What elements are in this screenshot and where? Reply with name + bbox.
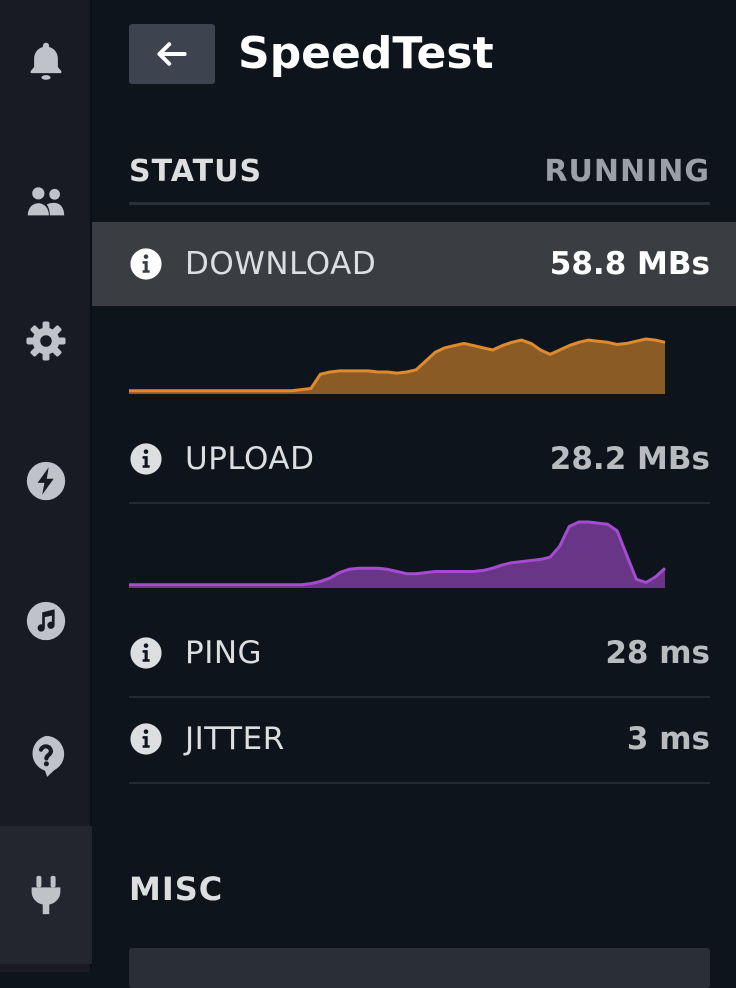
gear-icon bbox=[26, 321, 66, 361]
jitter-row[interactable]: JITTER 3 ms bbox=[129, 696, 710, 784]
music-note-icon bbox=[26, 601, 66, 641]
info-icon[interactable] bbox=[129, 636, 163, 670]
download-row[interactable]: DOWNLOAD 58.8 MBs bbox=[92, 222, 736, 306]
status-value: RUNNING bbox=[544, 153, 710, 189]
upload-graph-area bbox=[129, 522, 665, 588]
sidebar-item-music[interactable] bbox=[0, 566, 92, 676]
ping-label: PING bbox=[185, 635, 263, 671]
download-graph bbox=[129, 337, 666, 394]
sidebar-item-settings[interactable] bbox=[0, 286, 92, 396]
upload-label: UPLOAD bbox=[185, 441, 315, 477]
download-graph-area bbox=[129, 339, 665, 394]
download-label: DOWNLOAD bbox=[185, 246, 377, 282]
back-button[interactable] bbox=[129, 24, 215, 84]
upload-value: 28.2 MBs bbox=[549, 441, 710, 477]
status-label: STATUS bbox=[129, 153, 263, 189]
info-icon[interactable] bbox=[129, 442, 163, 476]
sidebar-item-performance[interactable] bbox=[0, 426, 92, 536]
misc-item[interactable] bbox=[129, 948, 710, 988]
download-value: 58.8 MBs bbox=[549, 246, 710, 282]
plug-icon bbox=[31, 875, 61, 915]
ping-row[interactable]: PING 28 ms bbox=[129, 610, 710, 698]
jitter-value: 3 ms bbox=[626, 721, 710, 757]
upload-row[interactable]: UPLOAD 28.2 MBs bbox=[129, 416, 710, 504]
jitter-label: JITTER bbox=[185, 721, 285, 757]
misc-section-title: MISC bbox=[129, 870, 224, 908]
lightning-icon bbox=[26, 461, 66, 501]
info-icon[interactable] bbox=[129, 722, 163, 756]
people-icon bbox=[27, 187, 65, 216]
sidebar bbox=[0, 0, 92, 972]
question-icon bbox=[32, 735, 65, 777]
main-panel: SpeedTest STATUS RUNNING DOWNLOAD 58.8 M… bbox=[92, 0, 736, 988]
arrow-left-icon bbox=[157, 42, 187, 66]
sidebar-item-notifications[interactable] bbox=[0, 6, 92, 116]
info-icon[interactable] bbox=[129, 247, 163, 281]
sidebar-item-plugins[interactable] bbox=[0, 826, 92, 964]
ping-value: 28 ms bbox=[605, 635, 710, 671]
bell-icon bbox=[30, 42, 62, 80]
page-title: SpeedTest bbox=[238, 28, 494, 79]
upload-graph bbox=[129, 520, 666, 588]
status-row: STATUS RUNNING bbox=[129, 140, 710, 205]
sidebar-item-help[interactable] bbox=[0, 700, 92, 810]
sidebar-item-friends[interactable] bbox=[0, 146, 92, 256]
